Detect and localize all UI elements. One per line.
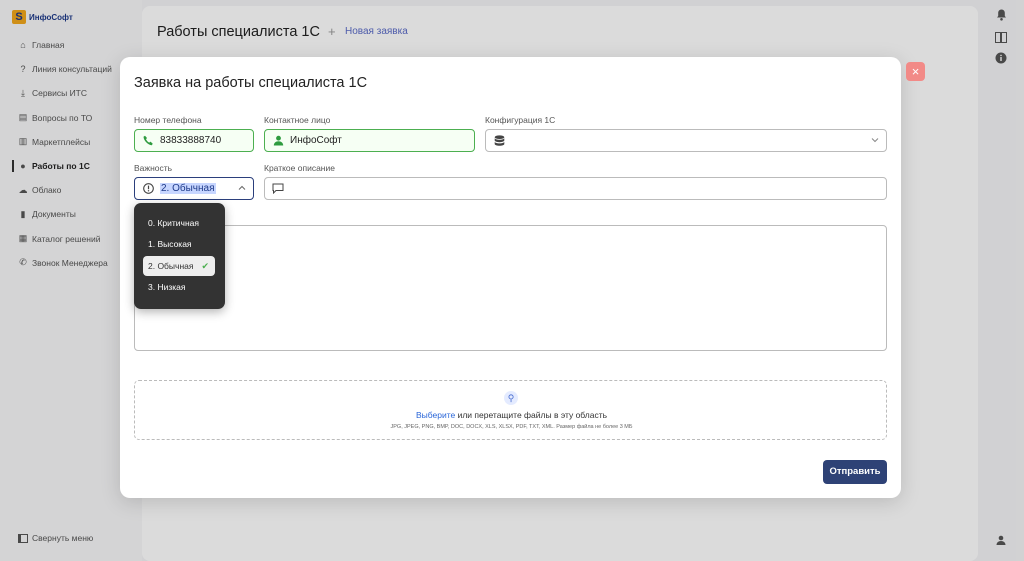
choose-files-link[interactable]: Выберите xyxy=(416,410,455,420)
paperclip-icon: ⚲ xyxy=(504,391,518,405)
phone-icon xyxy=(142,135,154,147)
description-textarea[interactable] xyxy=(134,225,887,351)
close-icon[interactable]: × xyxy=(906,62,925,81)
chevron-down-icon xyxy=(871,136,879,145)
contact-label: Контактное лицо xyxy=(264,115,331,125)
priority-value: 2. Обычная xyxy=(160,183,216,194)
contact-field[interactable]: ИнфоСофт xyxy=(264,129,475,152)
priority-option-label: 2. Обычная xyxy=(148,261,194,271)
phone-field[interactable]: 83833888740 xyxy=(134,129,254,152)
user-icon xyxy=(272,135,284,147)
priority-label: Важность xyxy=(134,163,173,173)
priority-select[interactable]: 2. Обычная xyxy=(134,177,254,200)
priority-option-label: 1. Высокая xyxy=(148,239,192,249)
dropzone-text: Выберите или перетащите файлы в эту обла… xyxy=(135,410,888,420)
submit-button[interactable]: Отправить xyxy=(823,460,887,484)
dropzone-hint: JPG, JPEG, PNG, BMP, DOC, DOCX, XLS, XLS… xyxy=(390,424,633,430)
priority-option[interactable]: 0. Критичная xyxy=(143,213,215,233)
summary-label: Краткое описание xyxy=(264,163,335,173)
phone-label: Номер телефона xyxy=(134,115,202,125)
database-icon xyxy=(493,134,505,147)
phone-value: 83833888740 xyxy=(160,135,222,146)
modal-title: Заявка на работы специалиста 1С xyxy=(134,75,368,91)
dropzone-instructions: или перетащите файлы в эту область xyxy=(455,410,608,420)
alert-circle-icon xyxy=(142,183,154,195)
priority-option[interactable]: 1. Высокая xyxy=(143,234,215,254)
priority-option[interactable]: 3. Низкая xyxy=(143,277,215,297)
check-icon: ✔ xyxy=(201,261,209,271)
file-dropzone[interactable]: ⚲ Выберите или перетащите файлы в эту об… xyxy=(134,380,887,440)
contact-value: ИнфоСофт xyxy=(290,135,342,146)
summary-field[interactable] xyxy=(264,177,887,200)
config-label: Конфигурация 1С xyxy=(485,115,556,125)
priority-option-selected[interactable]: 2. Обычная ✔ xyxy=(143,256,215,276)
priority-dropdown: 0. Критичная 1. Высокая 2. Обычная ✔ 3. … xyxy=(134,203,225,309)
chevron-up-icon xyxy=(238,184,246,193)
priority-option-label: 0. Критичная xyxy=(148,218,199,228)
priority-option-label: 3. Низкая xyxy=(148,282,186,292)
comment-icon xyxy=(272,183,284,195)
config-select[interactable] xyxy=(485,129,887,152)
request-modal: Заявка на работы специалиста 1С Номер те… xyxy=(120,57,901,498)
